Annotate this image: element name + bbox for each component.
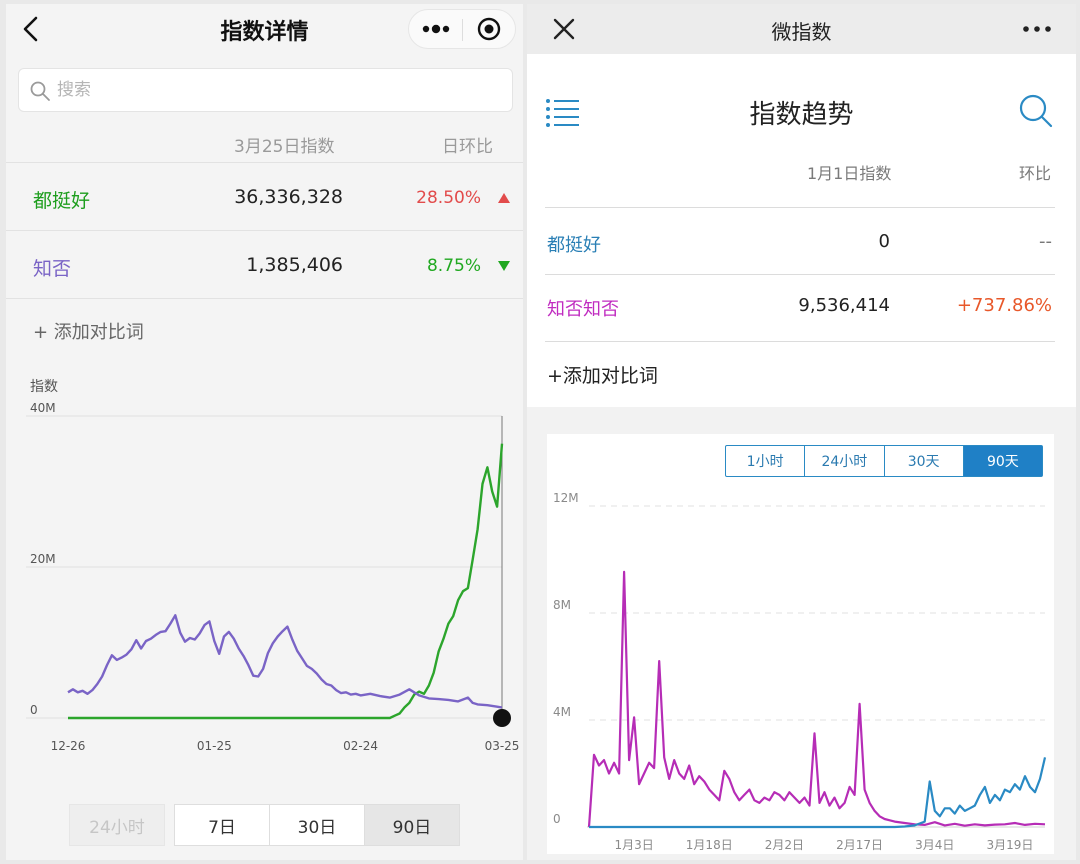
left-range-selector: 24小时 7日 30日 90日 — [69, 804, 460, 846]
x-tick-label: 01-25 — [197, 739, 232, 753]
right-nav-bar: 微指数 — [527, 4, 1076, 54]
right-range-selector: 1小时 24小时 30天 90天 — [725, 445, 1043, 477]
x-tick-label: 03-25 — [485, 739, 520, 753]
more-dots-icon[interactable] — [409, 10, 462, 48]
table-row[interactable]: 知否知否 9,536,414 +737.86% — [527, 275, 1076, 341]
range-1h-button[interactable]: 1小时 — [726, 446, 806, 476]
divider — [6, 298, 523, 299]
x-tick-label: 12-26 — [51, 739, 86, 753]
range-30d-button[interactable]: 30天 — [885, 446, 964, 476]
search-box — [18, 68, 513, 112]
change-column-header: 日环比 — [442, 137, 493, 157]
range-7d-button[interactable]: 7日 — [174, 804, 270, 846]
y-tick-label: 0 — [30, 703, 38, 717]
y-tick-label: 40M — [30, 401, 56, 415]
y-tick-label: 12M — [553, 491, 579, 505]
search-input[interactable] — [57, 75, 497, 105]
mini-program-capsule — [408, 9, 516, 49]
app-title: 微指数 — [771, 20, 832, 44]
x-tick-label: 3月4日 — [915, 838, 954, 852]
x-tick-label: 2月17日 — [836, 838, 883, 852]
right-panel: 微指数 指数趋势 1月1日指数 环比 都挺好 0 -- 知否知否 9,536,4… — [527, 4, 1076, 860]
search-icon — [30, 81, 50, 101]
up-triangle-icon — [498, 193, 510, 203]
series-line — [68, 443, 504, 720]
y-tick-label: 20M — [30, 552, 56, 566]
range-90d-button[interactable]: 90天 — [963, 446, 1042, 476]
divider — [545, 341, 1055, 342]
range-24h-button[interactable]: 24小时 — [69, 804, 165, 846]
index-column-header: 3月25日指数 — [234, 137, 335, 157]
left-trend-chart[interactable]: 0 20M 40M 12-26 01-25 02-24 03-25 — [6, 396, 523, 756]
screenshot-frame: 指数详情 3月25日指数 日环比 都挺好 36,336,328 28. — [0, 0, 1080, 864]
y-tick-label: 4M — [553, 705, 571, 719]
series-line — [587, 570, 1046, 828]
keyword-change: +737.86% — [956, 295, 1052, 316]
table-row[interactable]: 都挺好 36,336,328 28.50% — [6, 163, 523, 230]
x-tick-label: 1月18日 — [686, 838, 733, 852]
down-triangle-icon — [498, 261, 510, 271]
change-column-header: 环比 — [1019, 164, 1052, 183]
keyword-change: 8.75% — [426, 256, 481, 276]
left-nav-bar: 指数详情 — [6, 4, 523, 54]
cursor-dot — [493, 709, 511, 727]
keyword-name: 知否 — [33, 258, 72, 280]
keyword-name: 都挺好 — [547, 235, 601, 256]
x-tick-label: 3月19日 — [986, 838, 1033, 852]
keyword-name: 都挺好 — [33, 190, 91, 212]
y-axis-label: 指数 — [30, 379, 58, 395]
table-row[interactable]: 都挺好 0 -- — [527, 208, 1076, 274]
add-compare-button[interactable]: +添加对比词 — [547, 361, 658, 388]
search-icon[interactable] — [1017, 92, 1055, 130]
index-column-header: 1月1日指数 — [807, 164, 892, 183]
x-tick-label: 1月3日 — [614, 838, 653, 852]
range-30d-button[interactable]: 30日 — [269, 804, 365, 846]
y-tick-label: 8M — [553, 598, 571, 612]
keyword-index-value: 1,385,406 — [246, 254, 343, 276]
x-tick-label: 2月2日 — [765, 838, 804, 852]
keyword-index-value: 0 — [878, 231, 890, 252]
left-panel: 指数详情 3月25日指数 日环比 都挺好 36,336,328 28. — [6, 4, 523, 860]
x-tick-label: 02-24 — [343, 739, 378, 753]
add-compare-button[interactable]: + 添加对比词 — [33, 318, 144, 344]
section-heading: 指数趋势 — [749, 100, 854, 130]
more-dots-icon[interactable] — [1017, 16, 1057, 42]
keyword-name: 知否知否 — [547, 299, 619, 320]
keyword-change: 28.50% — [416, 188, 481, 208]
table-row[interactable]: 知否 1,385,406 8.75% — [6, 231, 523, 298]
range-24h-button[interactable]: 24小时 — [805, 446, 885, 476]
keyword-index-value: 36,336,328 — [234, 186, 343, 208]
keyword-index-value: 9,536,414 — [798, 295, 890, 316]
range-90d-button[interactable]: 90日 — [364, 804, 460, 846]
keyword-change: -- — [1039, 231, 1052, 252]
y-tick-label: 0 — [553, 812, 561, 826]
close-target-icon[interactable] — [463, 10, 516, 48]
right-trend-chart[interactable]: 0 4M 8M 12M 1月3日 1月18日 2月2日 2月17日 3月4日 3月19日 — [547, 482, 1054, 860]
